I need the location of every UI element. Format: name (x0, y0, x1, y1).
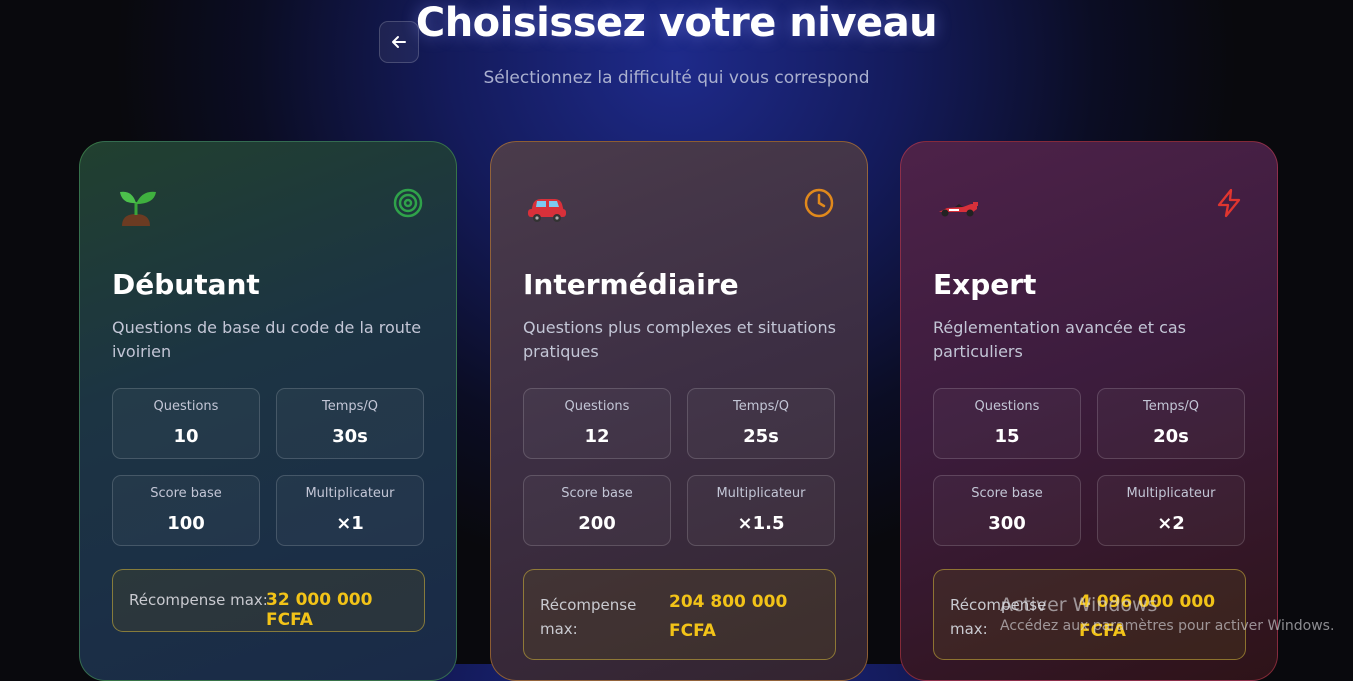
stat-label: Temps/Q (732, 399, 790, 414)
stat-label: Multiplicateur (1126, 486, 1216, 501)
level-card-expert[interactable]: Expert Réglementation avancée et cas par… (900, 141, 1278, 681)
stat-questions: Questions 15 (933, 388, 1081, 459)
stat-value: ×1 (336, 513, 364, 534)
reward-label: Récompense max: (540, 596, 637, 638)
car-icon (528, 199, 566, 222)
stat-label: Score base (150, 486, 222, 501)
reward-label: Récompense max: (950, 596, 1047, 638)
level-name: Débutant (112, 268, 260, 301)
stat-label: Questions (153, 399, 219, 414)
stat-label: Temps/Q (1142, 399, 1200, 414)
reward-value: 32 000 000 FCFA (266, 590, 373, 630)
seedling-icon (120, 191, 156, 226)
reward-box: Récompense max: 204 800 000 FCFA (523, 569, 836, 660)
stat-base-score: Score base 300 (933, 475, 1081, 546)
reward-box: Récompense max: 32 000 000 FCFA (112, 569, 425, 632)
stat-value: ×1.5 (737, 513, 785, 534)
stat-value: 300 (988, 513, 1026, 534)
stat-label: Multiplicateur (305, 486, 395, 501)
level-name: Intermédiaire (523, 268, 739, 301)
stat-questions: Questions 12 (523, 388, 671, 459)
stat-value: 15 (994, 426, 1020, 447)
stat-multiplier: Multiplicateur ×1 (276, 475, 424, 546)
page-subtitle: Sélectionnez la difficulté qui vous corr… (483, 68, 870, 88)
reward-label: Récompense max: (129, 591, 268, 609)
stat-value: 10 (173, 426, 199, 447)
stat-label: Score base (561, 486, 633, 501)
level-name: Expert (933, 268, 1037, 301)
stat-value: 20s (1153, 426, 1189, 447)
stat-time-per-question: Temps/Q 20s (1097, 388, 1245, 459)
stat-label: Score base (971, 486, 1043, 501)
stat-label: Multiplicateur (716, 486, 806, 501)
target-icon (393, 188, 423, 218)
stat-value: 200 (578, 513, 616, 534)
reward-value: 4 096 000 000 FCFA (1079, 592, 1216, 641)
reward-value: 204 800 000 FCFA (669, 592, 788, 641)
level-card-intermediaire[interactable]: Intermédiaire Questions plus complexes e… (490, 141, 868, 681)
stat-multiplier: Multiplicateur ×2 (1097, 475, 1245, 546)
stat-value: 25s (743, 426, 779, 447)
stat-label: Questions (564, 399, 630, 414)
stat-value: 100 (167, 513, 205, 534)
stat-value: 12 (584, 426, 610, 447)
stat-questions: Questions 10 (112, 388, 260, 459)
lightning-icon (1217, 188, 1241, 218)
racing-car-icon (939, 202, 978, 217)
stat-time-per-question: Temps/Q 30s (276, 388, 424, 459)
level-description: Réglementation avancée et cas particulie… (933, 318, 1186, 361)
reward-box: Récompense max: 4 096 000 000 FCFA (933, 569, 1246, 660)
stat-label: Questions (974, 399, 1040, 414)
stat-value: 30s (332, 426, 368, 447)
stat-value: ×2 (1157, 513, 1185, 534)
stat-label: Temps/Q (321, 399, 379, 414)
level-card-debutant[interactable]: Débutant Questions de base du code de la… (79, 141, 457, 681)
stat-multiplier: Multiplicateur ×1.5 (687, 475, 835, 546)
page-title: Choisissez votre niveau (415, 0, 938, 46)
stat-time-per-question: Temps/Q 25s (687, 388, 835, 459)
stat-base-score: Score base 200 (523, 475, 671, 546)
clock-icon (804, 188, 834, 218)
stat-base-score: Score base 100 (112, 475, 260, 546)
level-description: Questions plus complexes et situations p… (523, 318, 836, 361)
level-description: Questions de base du code de la route iv… (112, 318, 422, 361)
